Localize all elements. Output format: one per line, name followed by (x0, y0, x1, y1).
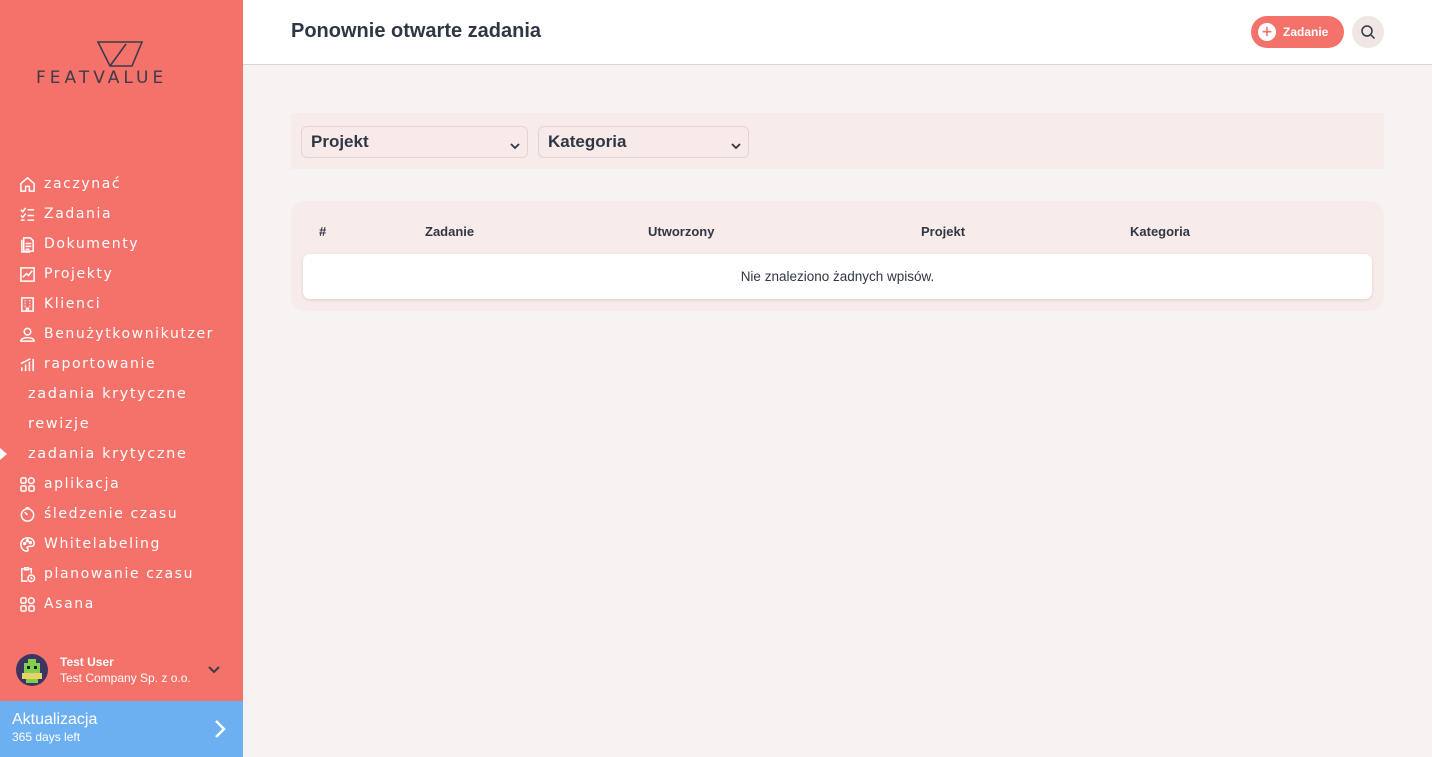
plus-icon: + (1258, 23, 1276, 41)
report-icon (18, 355, 36, 373)
sidebar-item-zaczynac[interactable]: zaczynać (0, 169, 243, 199)
active-indicator (0, 448, 7, 460)
top-header: Ponownie otwarte zadania + Zadanie (243, 0, 1432, 65)
search-icon (1361, 25, 1376, 40)
sidebar-item-label: planowanie czasu (44, 566, 195, 582)
add-task-button[interactable]: + Zadanie (1251, 16, 1344, 48)
filter-bar: Projekt Kategoria (291, 113, 1384, 169)
update-banner[interactable]: Aktualizacja 365 days left (0, 701, 243, 757)
timer-icon (18, 505, 36, 523)
sidebar-item-label: śledzenie czasu (44, 506, 179, 522)
sidebar-item-label: Whitelabeling (44, 536, 162, 552)
table-empty-row: Nie znaleziono żadnych wpisów. (303, 254, 1372, 299)
sidebar-item-label: Projekty (44, 266, 114, 282)
column-header-created[interactable]: Utworzony (648, 224, 714, 239)
building-icon (18, 295, 36, 313)
sidebar-item-klienci[interactable]: Klienci (0, 289, 243, 319)
user-info: Test User Test Company Sp. z o.o. (60, 655, 191, 685)
chevron-down-icon (509, 137, 521, 156)
apps-icon (18, 475, 36, 493)
logo[interactable]: FEATVALUE (36, 40, 212, 90)
sidebar-item-label: zadania krytyczne (28, 446, 188, 462)
sidebar-item-label: zaczynać (44, 176, 122, 192)
update-subtitle: 365 days left (12, 730, 81, 744)
sidebar-subitem-zadania-krytyczne[interactable]: zadania krytyczne (0, 379, 243, 409)
user-menu[interactable]: Test User Test Company Sp. z o.o. (16, 652, 231, 688)
sidebar-item-label: aplikacja (44, 476, 121, 492)
sidebar-item-aplikacja[interactable]: aplikacja (0, 469, 243, 499)
sidebar: FEATVALUE zaczynać Zadania Dokumenty Pro… (0, 0, 243, 757)
logo-text: FEATVALUE (36, 68, 168, 88)
sidebar-subitem-rewizje[interactable]: rewizje (0, 409, 243, 439)
chevron-right-icon (213, 719, 227, 743)
sidebar-item-uzytkownicy[interactable]: Benużytkownikutzer (0, 319, 243, 349)
sidebar-item-label: Dokumenty (44, 236, 140, 252)
sidebar-item-sledzenie-czasu[interactable]: śledzenie czasu (0, 499, 243, 529)
sidebar-item-planowanie-czasu[interactable]: planowanie czasu (0, 559, 243, 589)
search-button[interactable] (1352, 16, 1384, 48)
tasks-table: # Zadanie Utworzony Projekt Kategoria Ni… (291, 201, 1384, 311)
sidebar-subitem-zadania-krytyczne-active[interactable]: zadania krytyczne (0, 439, 243, 469)
user-company: Test Company Sp. z o.o. (60, 671, 191, 685)
column-header-project[interactable]: Projekt (921, 224, 965, 239)
project-select[interactable]: Projekt (301, 126, 528, 158)
sidebar-item-label: Zadania (44, 206, 113, 222)
sidebar-item-projekty[interactable]: Projekty (0, 259, 243, 289)
category-select[interactable]: Kategoria (538, 126, 749, 158)
sidebar-item-zadania[interactable]: Zadania (0, 199, 243, 229)
document-icon (18, 235, 36, 253)
chevron-down-icon[interactable] (207, 662, 221, 681)
column-header-number[interactable]: # (319, 224, 326, 239)
category-select-value: Kategoria (548, 132, 627, 151)
project-select-value: Projekt (311, 132, 369, 151)
column-header-category[interactable]: Kategoria (1130, 224, 1190, 239)
page-title: Ponownie otwarte zadania (291, 20, 542, 42)
user-name: Test User (60, 655, 114, 669)
avatar (16, 654, 48, 686)
apps-icon (18, 595, 36, 613)
checklist-icon (18, 205, 36, 223)
sidebar-item-label: rewizje (28, 416, 91, 432)
sidebar-item-label: raportowanie (44, 356, 157, 372)
empty-message: Nie znaleziono żadnych wpisów. (740, 269, 935, 284)
chart-icon (18, 265, 36, 283)
column-header-task[interactable]: Zadanie (425, 224, 474, 239)
sidebar-item-asana[interactable]: Asana (0, 589, 243, 619)
logo-icon (96, 41, 144, 67)
add-task-label: Zadanie (1283, 25, 1329, 39)
clipboard-clock-icon (18, 565, 36, 583)
sidebar-item-raportowanie[interactable]: raportowanie (0, 349, 243, 379)
home-icon (18, 175, 36, 193)
chevron-down-icon (730, 137, 742, 156)
user-icon (18, 325, 36, 343)
update-title: Aktualizacja (12, 711, 98, 728)
palette-icon (18, 535, 36, 553)
sidebar-nav: zaczynać Zadania Dokumenty Projekty Klie… (0, 169, 243, 619)
sidebar-item-label: Benużytkownikutzer (44, 326, 215, 342)
sidebar-item-whitelabeling[interactable]: Whitelabeling (0, 529, 243, 559)
sidebar-item-dokumenty[interactable]: Dokumenty (0, 229, 243, 259)
sidebar-item-label: Asana (44, 596, 95, 612)
sidebar-item-label: zadania krytyczne (28, 386, 188, 402)
sidebar-item-label: Klienci (44, 296, 102, 312)
